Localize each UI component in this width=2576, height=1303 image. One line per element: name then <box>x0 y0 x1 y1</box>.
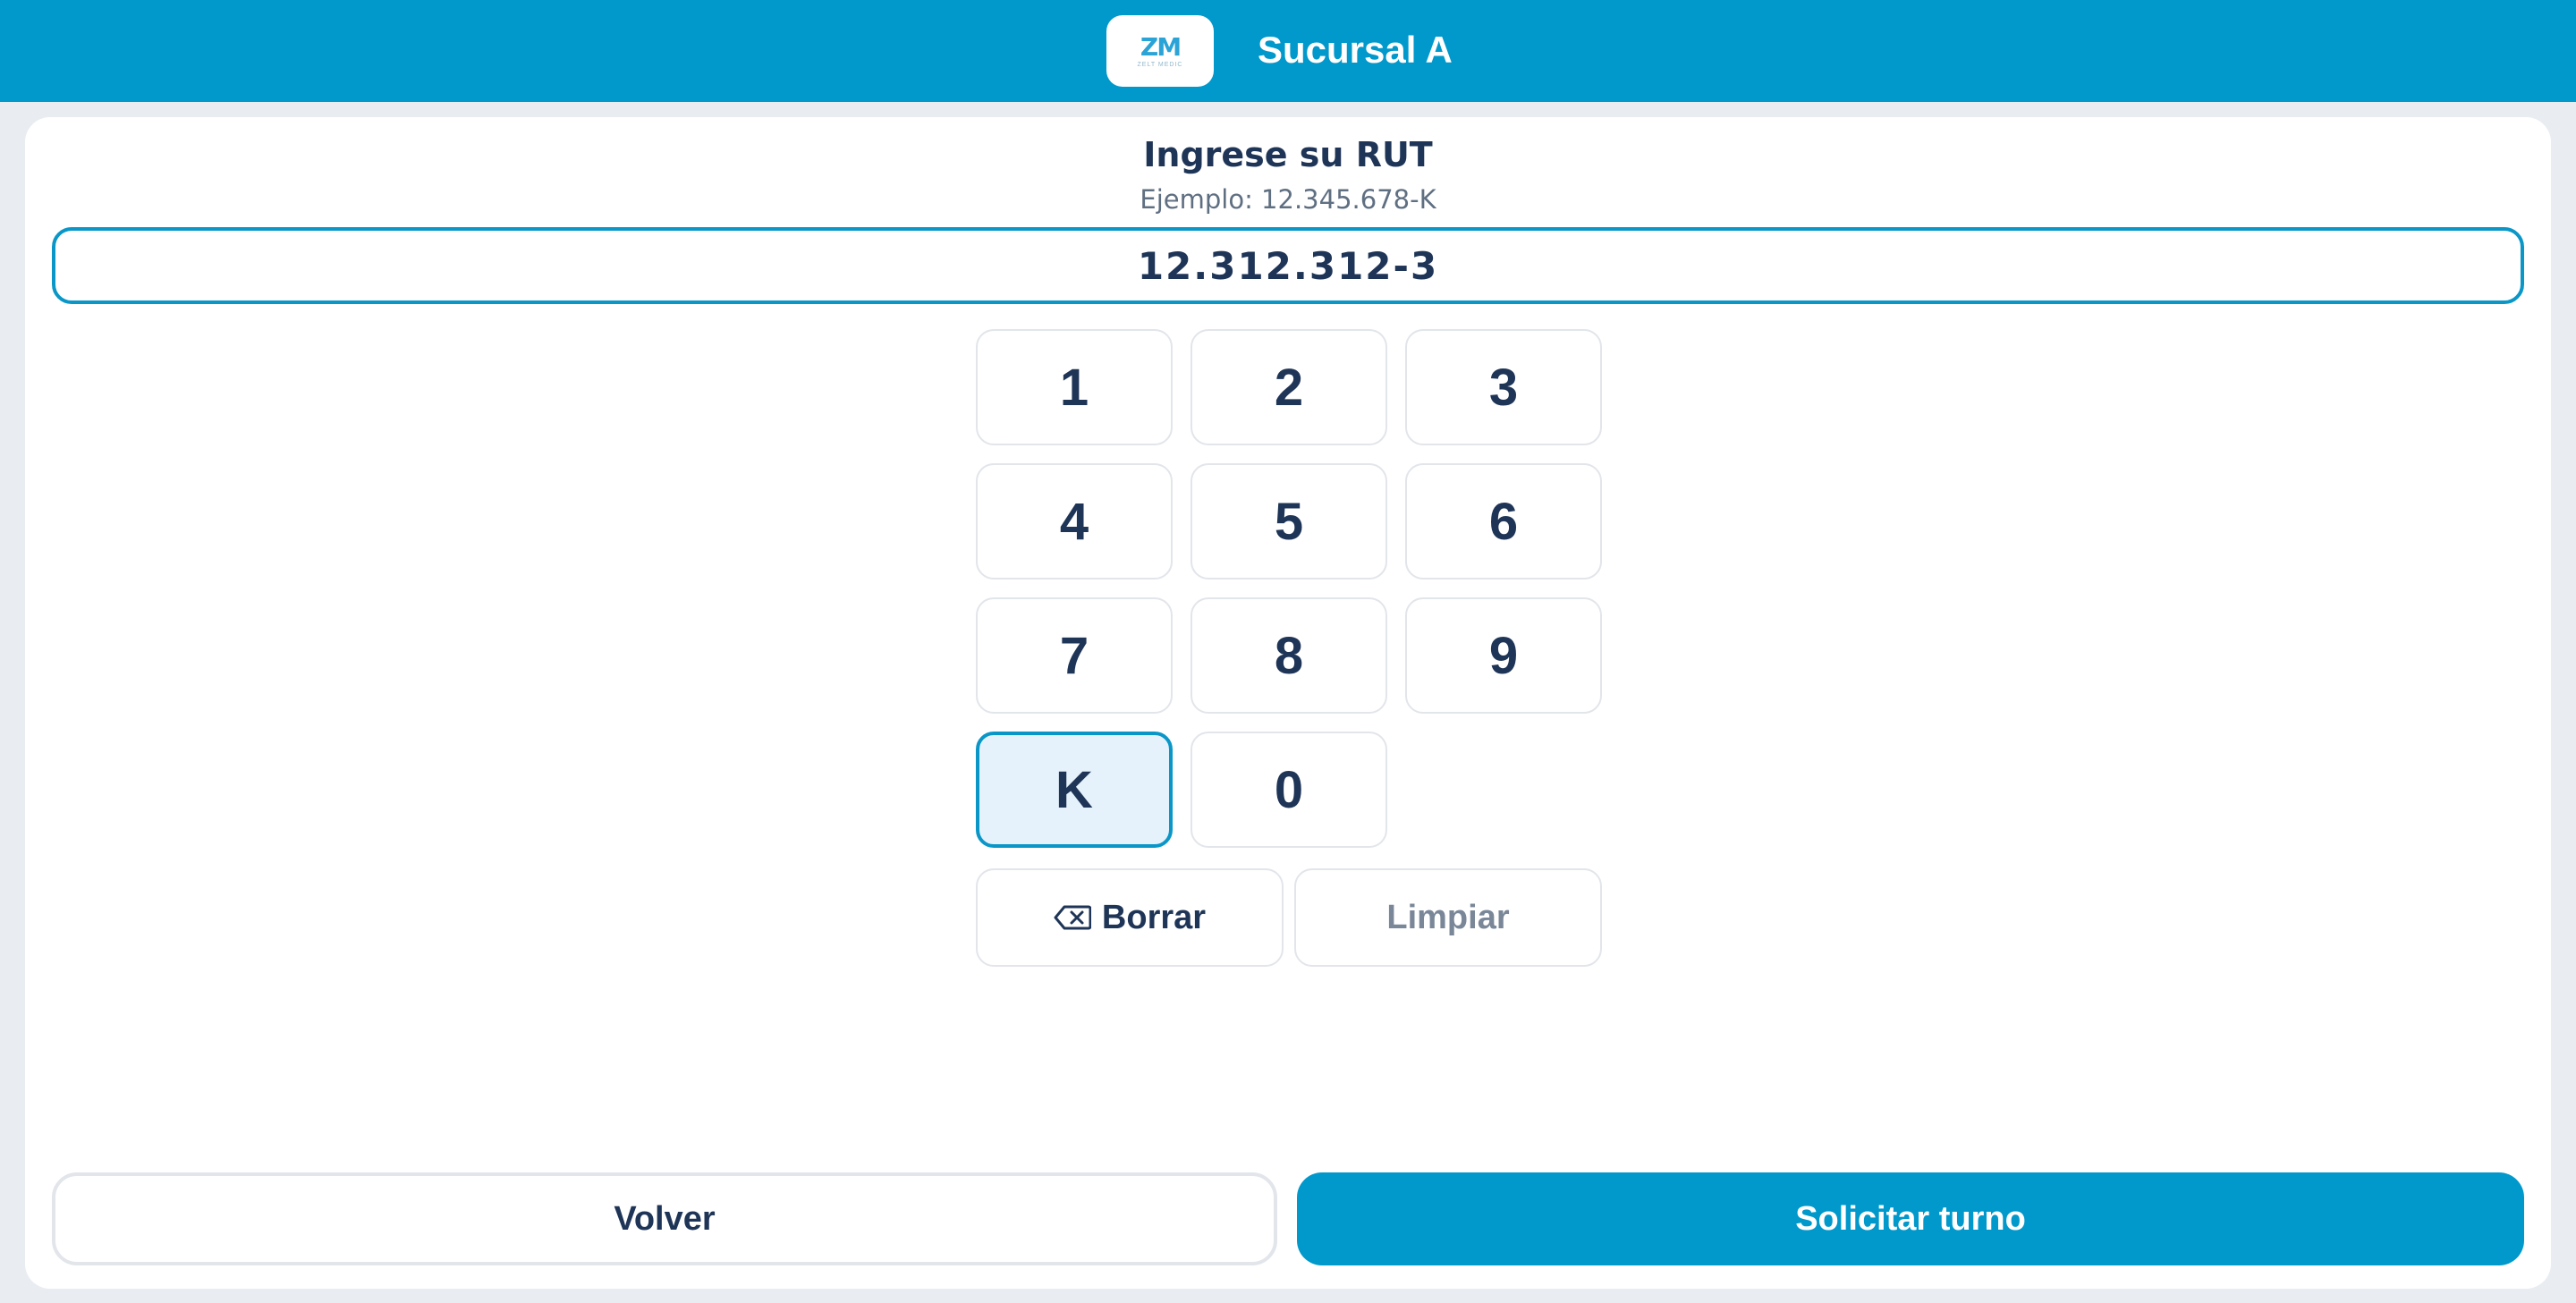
key-1[interactable]: 1 <box>976 329 1173 445</box>
delete-button[interactable]: Borrar <box>976 868 1284 967</box>
logo: ZM ZELT MEDIC <box>1106 15 1214 87</box>
rut-entry-card: Ingrese su RUT Ejemplo: 12.345.678-K 12.… <box>25 117 2551 1289</box>
key-0[interactable]: 0 <box>1191 732 1387 848</box>
logo-mark: ZM <box>1140 31 1182 62</box>
key-3[interactable]: 3 <box>1405 329 1602 445</box>
request-turn-button[interactable]: Solicitar turno <box>1297 1172 2524 1265</box>
key-6[interactable]: 6 <box>1405 463 1602 580</box>
rut-input[interactable]: 12.312.312-3 <box>52 227 2524 304</box>
key-4[interactable]: 4 <box>976 463 1173 580</box>
key-5[interactable]: 5 <box>1191 463 1387 580</box>
key-8[interactable]: 8 <box>1191 597 1387 714</box>
key-2[interactable]: 2 <box>1191 329 1387 445</box>
backspace-icon <box>1054 905 1091 930</box>
key-9[interactable]: 9 <box>1405 597 1602 714</box>
branch-title: Sucursal A <box>1258 29 1453 71</box>
logo-subtext: ZELT MEDIC <box>1137 61 1183 68</box>
app-header: ZM ZELT MEDIC Sucursal A <box>0 0 2576 102</box>
delete-label: Borrar <box>1101 898 1207 936</box>
key-7[interactable]: 7 <box>976 597 1173 714</box>
back-button[interactable]: Volver <box>52 1172 1277 1265</box>
clear-button[interactable]: Limpiar <box>1294 868 1602 967</box>
key-k[interactable]: K <box>976 732 1173 848</box>
prompt-example: Ejemplo: 12.345.678-K <box>1140 184 1436 215</box>
prompt-title: Ingrese su RUT <box>1143 135 1433 174</box>
